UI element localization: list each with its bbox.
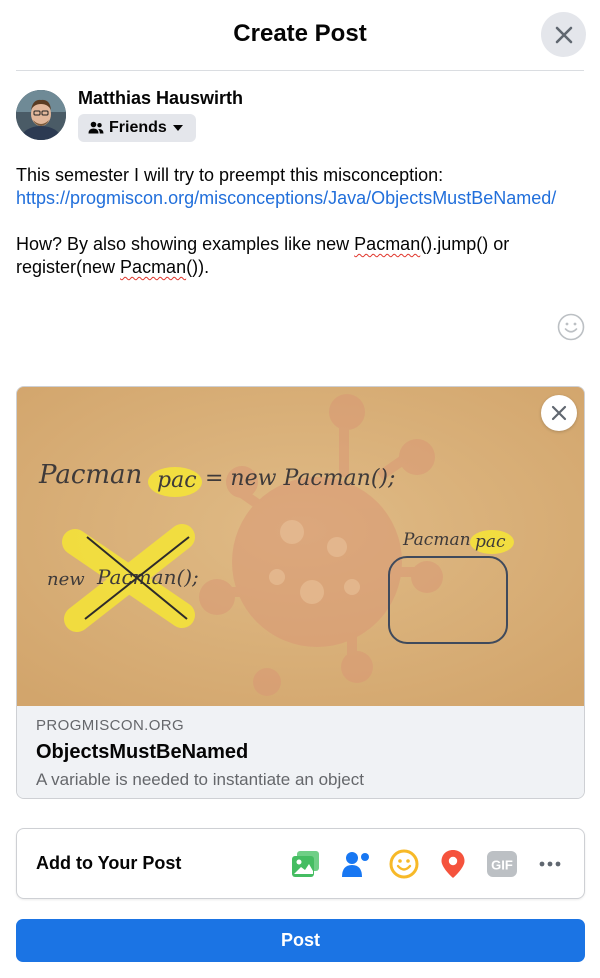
more-options-button[interactable] xyxy=(533,847,567,881)
gif-button[interactable]: GIF xyxy=(485,847,519,881)
image-text: new xyxy=(47,569,85,590)
more-icon xyxy=(539,861,561,867)
check-in-icon xyxy=(441,850,465,878)
header-divider xyxy=(16,70,584,71)
post-text-area[interactable]: This semester I will try to preempt this… xyxy=(16,164,576,279)
gif-label: GIF xyxy=(491,858,513,873)
close-dialog-button[interactable] xyxy=(541,12,586,57)
dialog-title: Create Post xyxy=(233,20,367,47)
link-preview-image: Pacman pac = new Pacman(); new Pacman();… xyxy=(17,387,584,706)
image-text: = new Pacman(); xyxy=(205,466,395,491)
author-name[interactable]: Matthias Hauswirth xyxy=(78,88,243,109)
check-in-button[interactable] xyxy=(436,847,470,881)
post-text-fragment: ()). xyxy=(186,257,210,277)
post-text-fragment: register(new xyxy=(16,257,121,277)
tag-people-icon xyxy=(342,852,369,877)
remove-preview-button[interactable] xyxy=(541,395,577,431)
gif-icon: GIF xyxy=(487,851,517,877)
preview-title: ObjectsMustBeNamed xyxy=(36,741,249,763)
preview-description: A variable is needed to instantiate an o… xyxy=(36,770,364,789)
preview-domain: PROGMISCON.ORG xyxy=(36,717,185,734)
add-to-post-bar: Add to Your Post GIF xyxy=(16,828,585,899)
image-text: Pacman xyxy=(38,460,142,490)
post-button[interactable]: Post xyxy=(16,919,585,962)
audience-selector[interactable]: Friends xyxy=(78,114,196,142)
image-text: Pacman xyxy=(402,530,471,550)
avatar[interactable] xyxy=(16,90,66,140)
post-line: register(new Pacman()). xyxy=(16,256,576,279)
post-line: This semester I will try to preempt this… xyxy=(16,165,444,185)
photo-video-icon xyxy=(292,851,319,877)
close-icon xyxy=(551,405,567,421)
dialog-header: Create Post xyxy=(0,0,600,70)
link-preview-card[interactable]: Pacman pac = new Pacman(); new Pacman();… xyxy=(16,386,585,799)
post-text-fragment: ().jump() or xyxy=(420,234,510,254)
smiley-icon xyxy=(557,313,585,341)
spellcheck-word: Pacman xyxy=(354,234,421,254)
friends-icon xyxy=(88,121,104,134)
caret-down-icon xyxy=(172,125,183,131)
image-text: pac xyxy=(475,532,506,552)
audience-label: Friends xyxy=(109,119,167,136)
tag-people-button[interactable] xyxy=(339,847,373,881)
post-line: How? By also showing examples like new P… xyxy=(16,233,576,256)
image-text: pac xyxy=(157,468,197,493)
add-to-post-label: Add to Your Post xyxy=(36,853,182,873)
post-link[interactable]: https://progmiscon.org/misconceptions/Ja… xyxy=(16,187,576,210)
feeling-icon xyxy=(389,849,419,879)
post-text-fragment: How? By also showing examples like new xyxy=(16,234,355,254)
spellcheck-word: Pacman xyxy=(120,257,187,277)
emoji-button[interactable] xyxy=(557,313,585,341)
photo-video-button[interactable] xyxy=(289,847,323,881)
link-preview-meta: PROGMISCON.ORG ObjectsMustBeNamed A vari… xyxy=(17,706,584,798)
feeling-activity-button[interactable] xyxy=(387,847,421,881)
close-icon xyxy=(555,26,572,43)
